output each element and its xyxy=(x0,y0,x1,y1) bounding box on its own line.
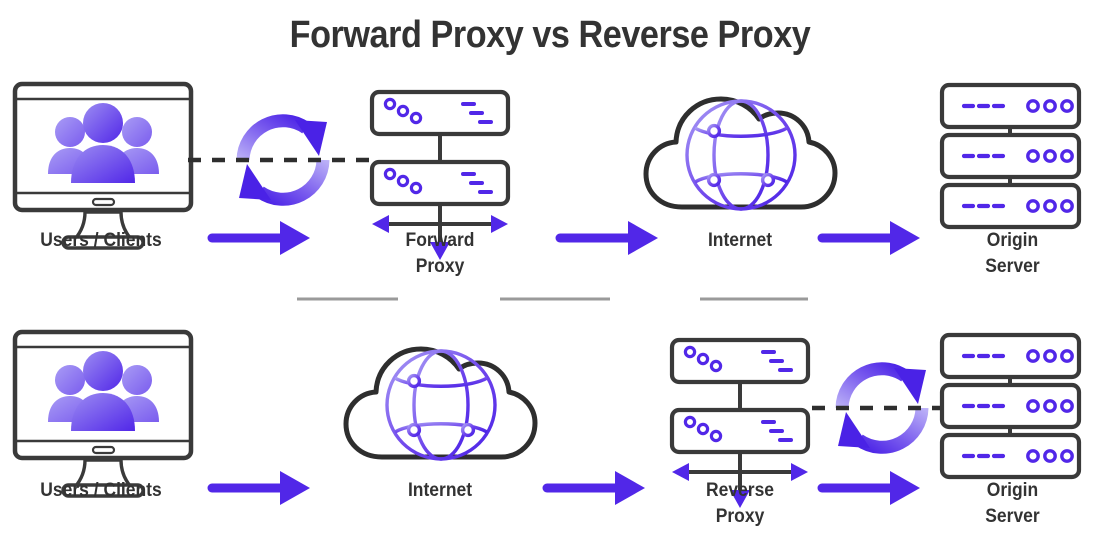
label-origin-server-top-line2: Server xyxy=(985,256,1040,277)
arrow-users-to-forward-proxy xyxy=(212,221,310,255)
label-forward-proxy-line1: Forward xyxy=(405,230,475,251)
arrow-internet-to-origin-server xyxy=(822,221,920,255)
diagram-canvas: Forward Proxy vs Reverse Proxy Users / C… xyxy=(0,0,1100,550)
label-internet-top: Internet xyxy=(707,230,773,251)
cloud-globe-icon-top xyxy=(646,99,835,209)
server-rack-icon-bottom xyxy=(942,335,1079,477)
label-internet-bottom: Internet xyxy=(407,480,473,501)
arrow-reverse-proxy-to-origin-server xyxy=(822,471,920,505)
arrow-internet-to-reverse-proxy xyxy=(547,471,645,505)
label-users-clients-bottom: Users / Clients xyxy=(40,480,162,501)
arrow-users-to-internet xyxy=(212,471,310,505)
label-origin-server-bottom-line2: Server xyxy=(985,506,1040,527)
diagram-graphics xyxy=(0,0,1100,550)
label-users-clients-top: Users / Clients xyxy=(40,230,162,251)
label-reverse-proxy-line1: Reverse xyxy=(705,480,775,501)
label-reverse-proxy-line2: Proxy xyxy=(715,506,765,527)
arrow-forward-proxy-to-internet xyxy=(560,221,658,255)
label-forward-proxy-line2: Proxy xyxy=(415,256,465,277)
label-origin-server-top-line1: Origin xyxy=(986,230,1039,251)
cloud-globe-icon-bottom xyxy=(346,349,535,459)
monitor-users-icon-bottom xyxy=(15,332,191,496)
monitor-users-icon xyxy=(15,84,191,248)
label-origin-server-bottom-line1: Origin xyxy=(986,480,1039,501)
server-rack-icon-top xyxy=(942,85,1079,227)
